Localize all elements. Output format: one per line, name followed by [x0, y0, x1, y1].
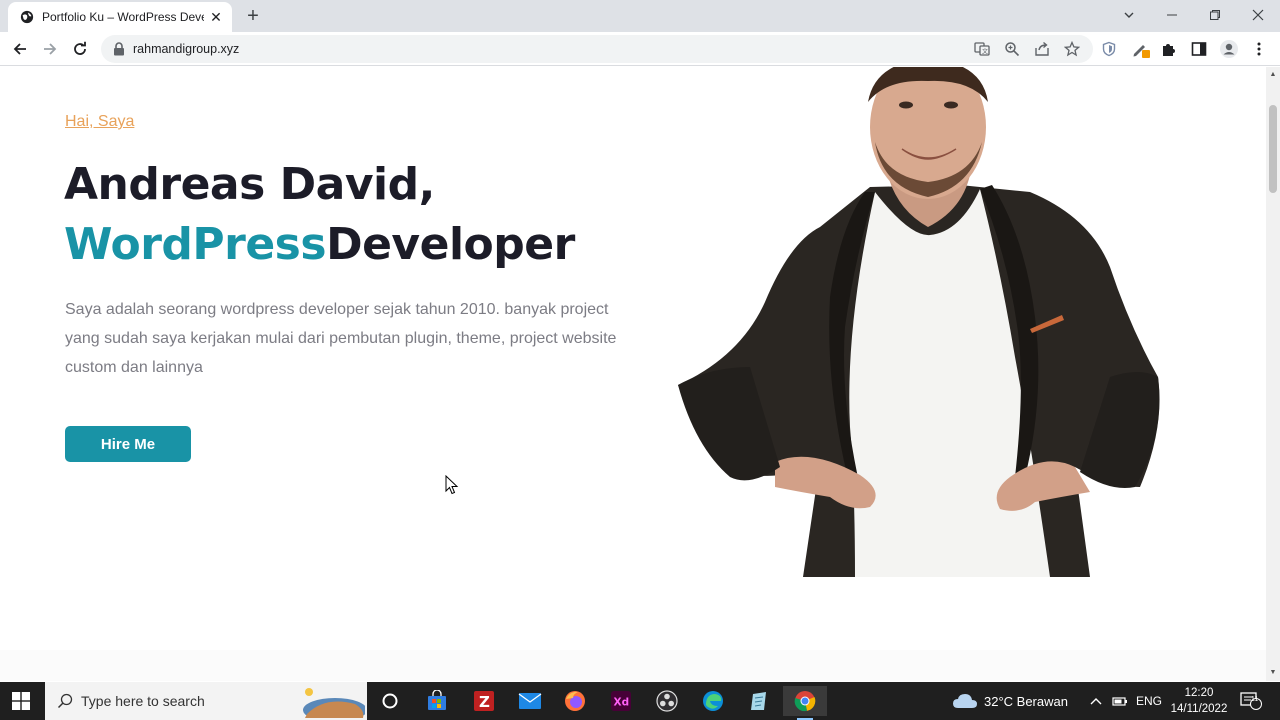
taskbar-weather[interactable]: 32°C Berawan	[952, 682, 1068, 720]
hero-bio: Saya adalah seorang wordpress developer …	[65, 301, 617, 376]
mouse-cursor-icon	[445, 475, 459, 495]
web-page: Hai, Saya Andreas David, WordPressDevelo…	[0, 67, 1266, 681]
taskbar-clock[interactable]: 12:20 14/11/2022	[1166, 685, 1232, 717]
star-icon[interactable]	[1064, 41, 1080, 57]
translate-icon[interactable]: 文	[974, 41, 990, 57]
language-indicator[interactable]: ENG	[1136, 682, 1162, 720]
weather-text: 32°C Berawan	[984, 693, 1068, 709]
task-view-icon[interactable]	[375, 686, 405, 716]
minimize-icon[interactable]	[1150, 0, 1194, 30]
network-icon[interactable]	[1112, 682, 1128, 720]
scroll-down-icon[interactable]: ▼	[1269, 669, 1277, 677]
hero-role-accent: WordPress	[64, 219, 327, 270]
microsoft-store-icon[interactable]	[422, 686, 452, 716]
next-section-edge	[0, 650, 1266, 681]
hero-name: Andreas David,	[64, 159, 435, 210]
reload-icon[interactable]	[68, 37, 92, 61]
clock-date: 14/11/2022	[1170, 703, 1228, 715]
search-icon	[57, 693, 73, 709]
search-placeholder: Type here to search	[81, 693, 205, 709]
lock-icon[interactable]	[113, 42, 125, 56]
clock-time: 12:20	[1184, 687, 1214, 699]
svg-text:Z: Z	[479, 693, 490, 711]
globe-icon	[20, 10, 34, 24]
windows-taskbar: Type here to search Z Xd 32°C Berawan EN…	[0, 682, 1280, 720]
cloud-icon	[953, 694, 977, 708]
greeting-link[interactable]: Hai, Saya	[65, 113, 134, 131]
notification-center-icon[interactable]: 11	[1240, 682, 1262, 720]
firefox-icon[interactable]	[560, 686, 590, 716]
hero-role-rest: Developer	[326, 219, 575, 270]
hire-me-button[interactable]: Hire Me	[65, 426, 191, 462]
adobe-xd-icon[interactable]: Xd	[606, 686, 636, 716]
hero-headline: Andreas David, WordPressDeveloper	[64, 155, 575, 275]
chrome-icon[interactable]	[783, 686, 827, 720]
chevron-up-icon[interactable]	[1090, 682, 1102, 720]
mail-icon[interactable]	[515, 686, 545, 716]
obs-studio-icon[interactable]	[652, 686, 682, 716]
page-scrollbar[interactable]: ▲ ▼	[1266, 67, 1280, 681]
chevron-down-icon[interactable]	[1107, 0, 1151, 30]
browser-toolbar: rahmandigroup.xyz 文	[0, 32, 1280, 66]
arrow-left-icon[interactable]	[8, 37, 32, 61]
notepad-icon[interactable]	[744, 686, 774, 716]
windows-start-icon[interactable]	[12, 692, 30, 715]
share-icon[interactable]	[1034, 41, 1050, 57]
scrollbar-thumb[interactable]	[1269, 105, 1277, 193]
address-bar[interactable]: rahmandigroup.xyz 文	[101, 35, 1093, 63]
puzzle-icon[interactable]	[1157, 37, 1181, 61]
browser-tab[interactable]: Portfolio Ku – WordPress Develop ✕	[8, 2, 232, 32]
shield-icon[interactable]	[1097, 37, 1121, 61]
scroll-up-icon[interactable]: ▲	[1269, 71, 1277, 79]
taskbar-search-box[interactable]: Type here to search	[45, 682, 367, 720]
arrow-right-icon[interactable]	[38, 37, 62, 61]
kebab-menu-icon[interactable]	[1247, 37, 1271, 61]
profile-icon[interactable]	[1217, 37, 1241, 61]
hero-role: WordPressDeveloper	[64, 215, 575, 275]
restore-icon[interactable]	[1193, 0, 1237, 30]
notification-count: 11	[1251, 696, 1259, 703]
browser-tab-strip: Portfolio Ku – WordPress Develop ✕ +	[0, 0, 1280, 32]
close-tab-icon[interactable]: ✕	[208, 9, 224, 25]
edge-icon[interactable]	[698, 686, 728, 716]
svg-text:文: 文	[982, 48, 988, 56]
url-text[interactable]: rahmandigroup.xyz	[133, 42, 239, 56]
zoom-icon[interactable]	[1004, 41, 1020, 57]
filezilla-icon[interactable]: Z	[469, 686, 499, 716]
new-tab-icon[interactable]: +	[243, 5, 263, 27]
svg-text:Xd: Xd	[614, 697, 630, 709]
search-highlight-icon	[303, 688, 365, 718]
hero-portrait-image	[678, 67, 1160, 577]
pen-icon[interactable]	[1128, 37, 1152, 61]
tab-title: Portfolio Ku – WordPress Develop	[42, 10, 204, 24]
close-window-icon[interactable]	[1236, 0, 1280, 30]
side-panel-icon[interactable]	[1187, 37, 1211, 61]
